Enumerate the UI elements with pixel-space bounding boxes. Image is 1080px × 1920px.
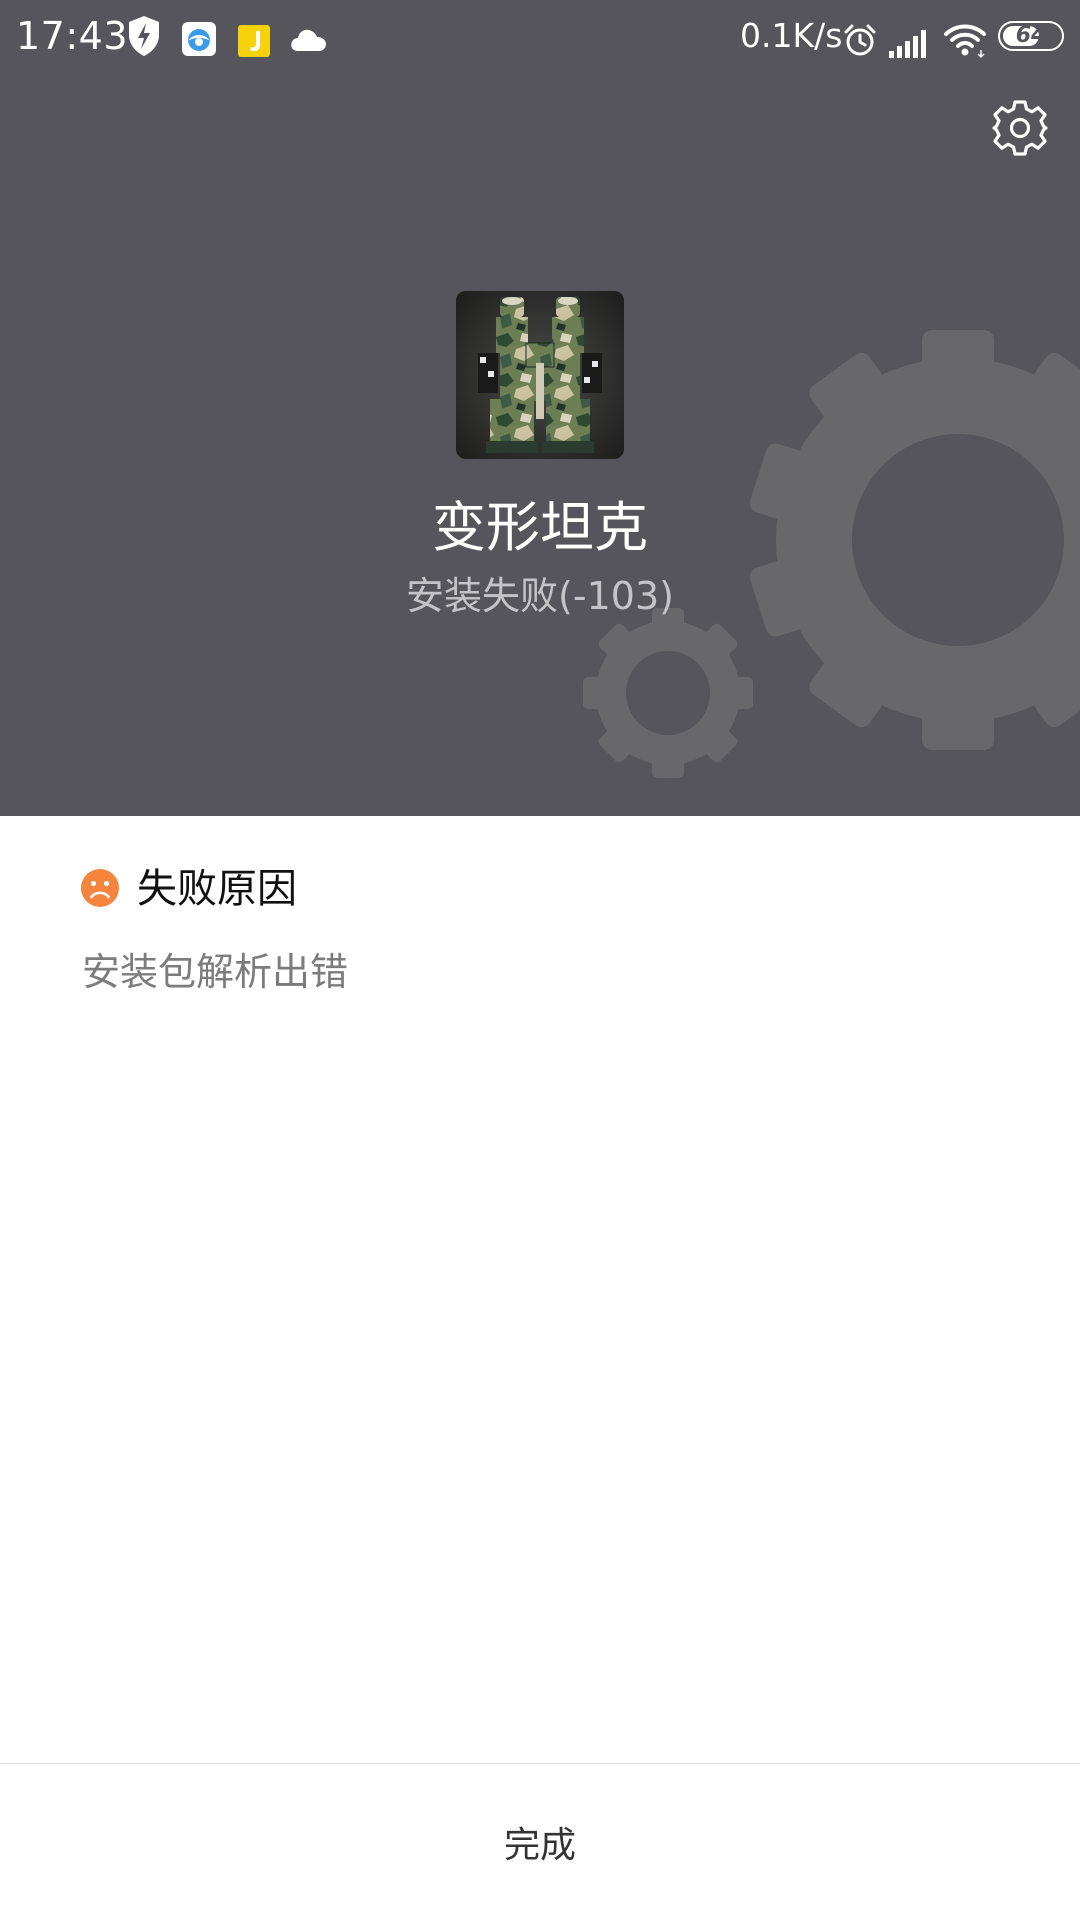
signal-icon bbox=[889, 30, 926, 58]
bottom-action-bar: 完成 bbox=[0, 1763, 1080, 1920]
wifi-icon bbox=[944, 24, 986, 59]
browser-icon bbox=[182, 22, 216, 56]
gear-icon[interactable] bbox=[990, 98, 1050, 158]
sad-face-icon bbox=[81, 869, 119, 907]
install-failure-screen: 17:43 0.1K/s 64 变形坦克 安装失败(-103) 失败原因 安装包… bbox=[0, 0, 1080, 1920]
install-status: 安装失败(-103) bbox=[406, 574, 674, 618]
status-bar: 17:43 0.1K/s 64 bbox=[0, 0, 1080, 72]
network-speed: 0.1K/s bbox=[740, 16, 843, 55]
app-name: 变形坦克 bbox=[432, 496, 648, 559]
done-button[interactable]: 完成 bbox=[0, 1764, 1080, 1919]
alarm-icon bbox=[844, 24, 876, 56]
cloud-icon bbox=[291, 29, 326, 51]
status-time: 17:43 bbox=[16, 14, 129, 58]
failure-reason-title: 失败原因 bbox=[137, 866, 297, 912]
tank-robot-icon bbox=[456, 291, 624, 459]
battery-icon: 64 bbox=[998, 21, 1064, 51]
app-icon bbox=[456, 291, 624, 459]
failure-reason-text: 安装包解析出错 bbox=[82, 950, 349, 994]
shield-icon bbox=[129, 16, 159, 56]
battery-level: 64 bbox=[1015, 23, 1047, 48]
header-panel: 17:43 0.1K/s 64 变形坦克 安装失败(-103) bbox=[0, 0, 1080, 816]
j-app-icon bbox=[238, 25, 270, 57]
